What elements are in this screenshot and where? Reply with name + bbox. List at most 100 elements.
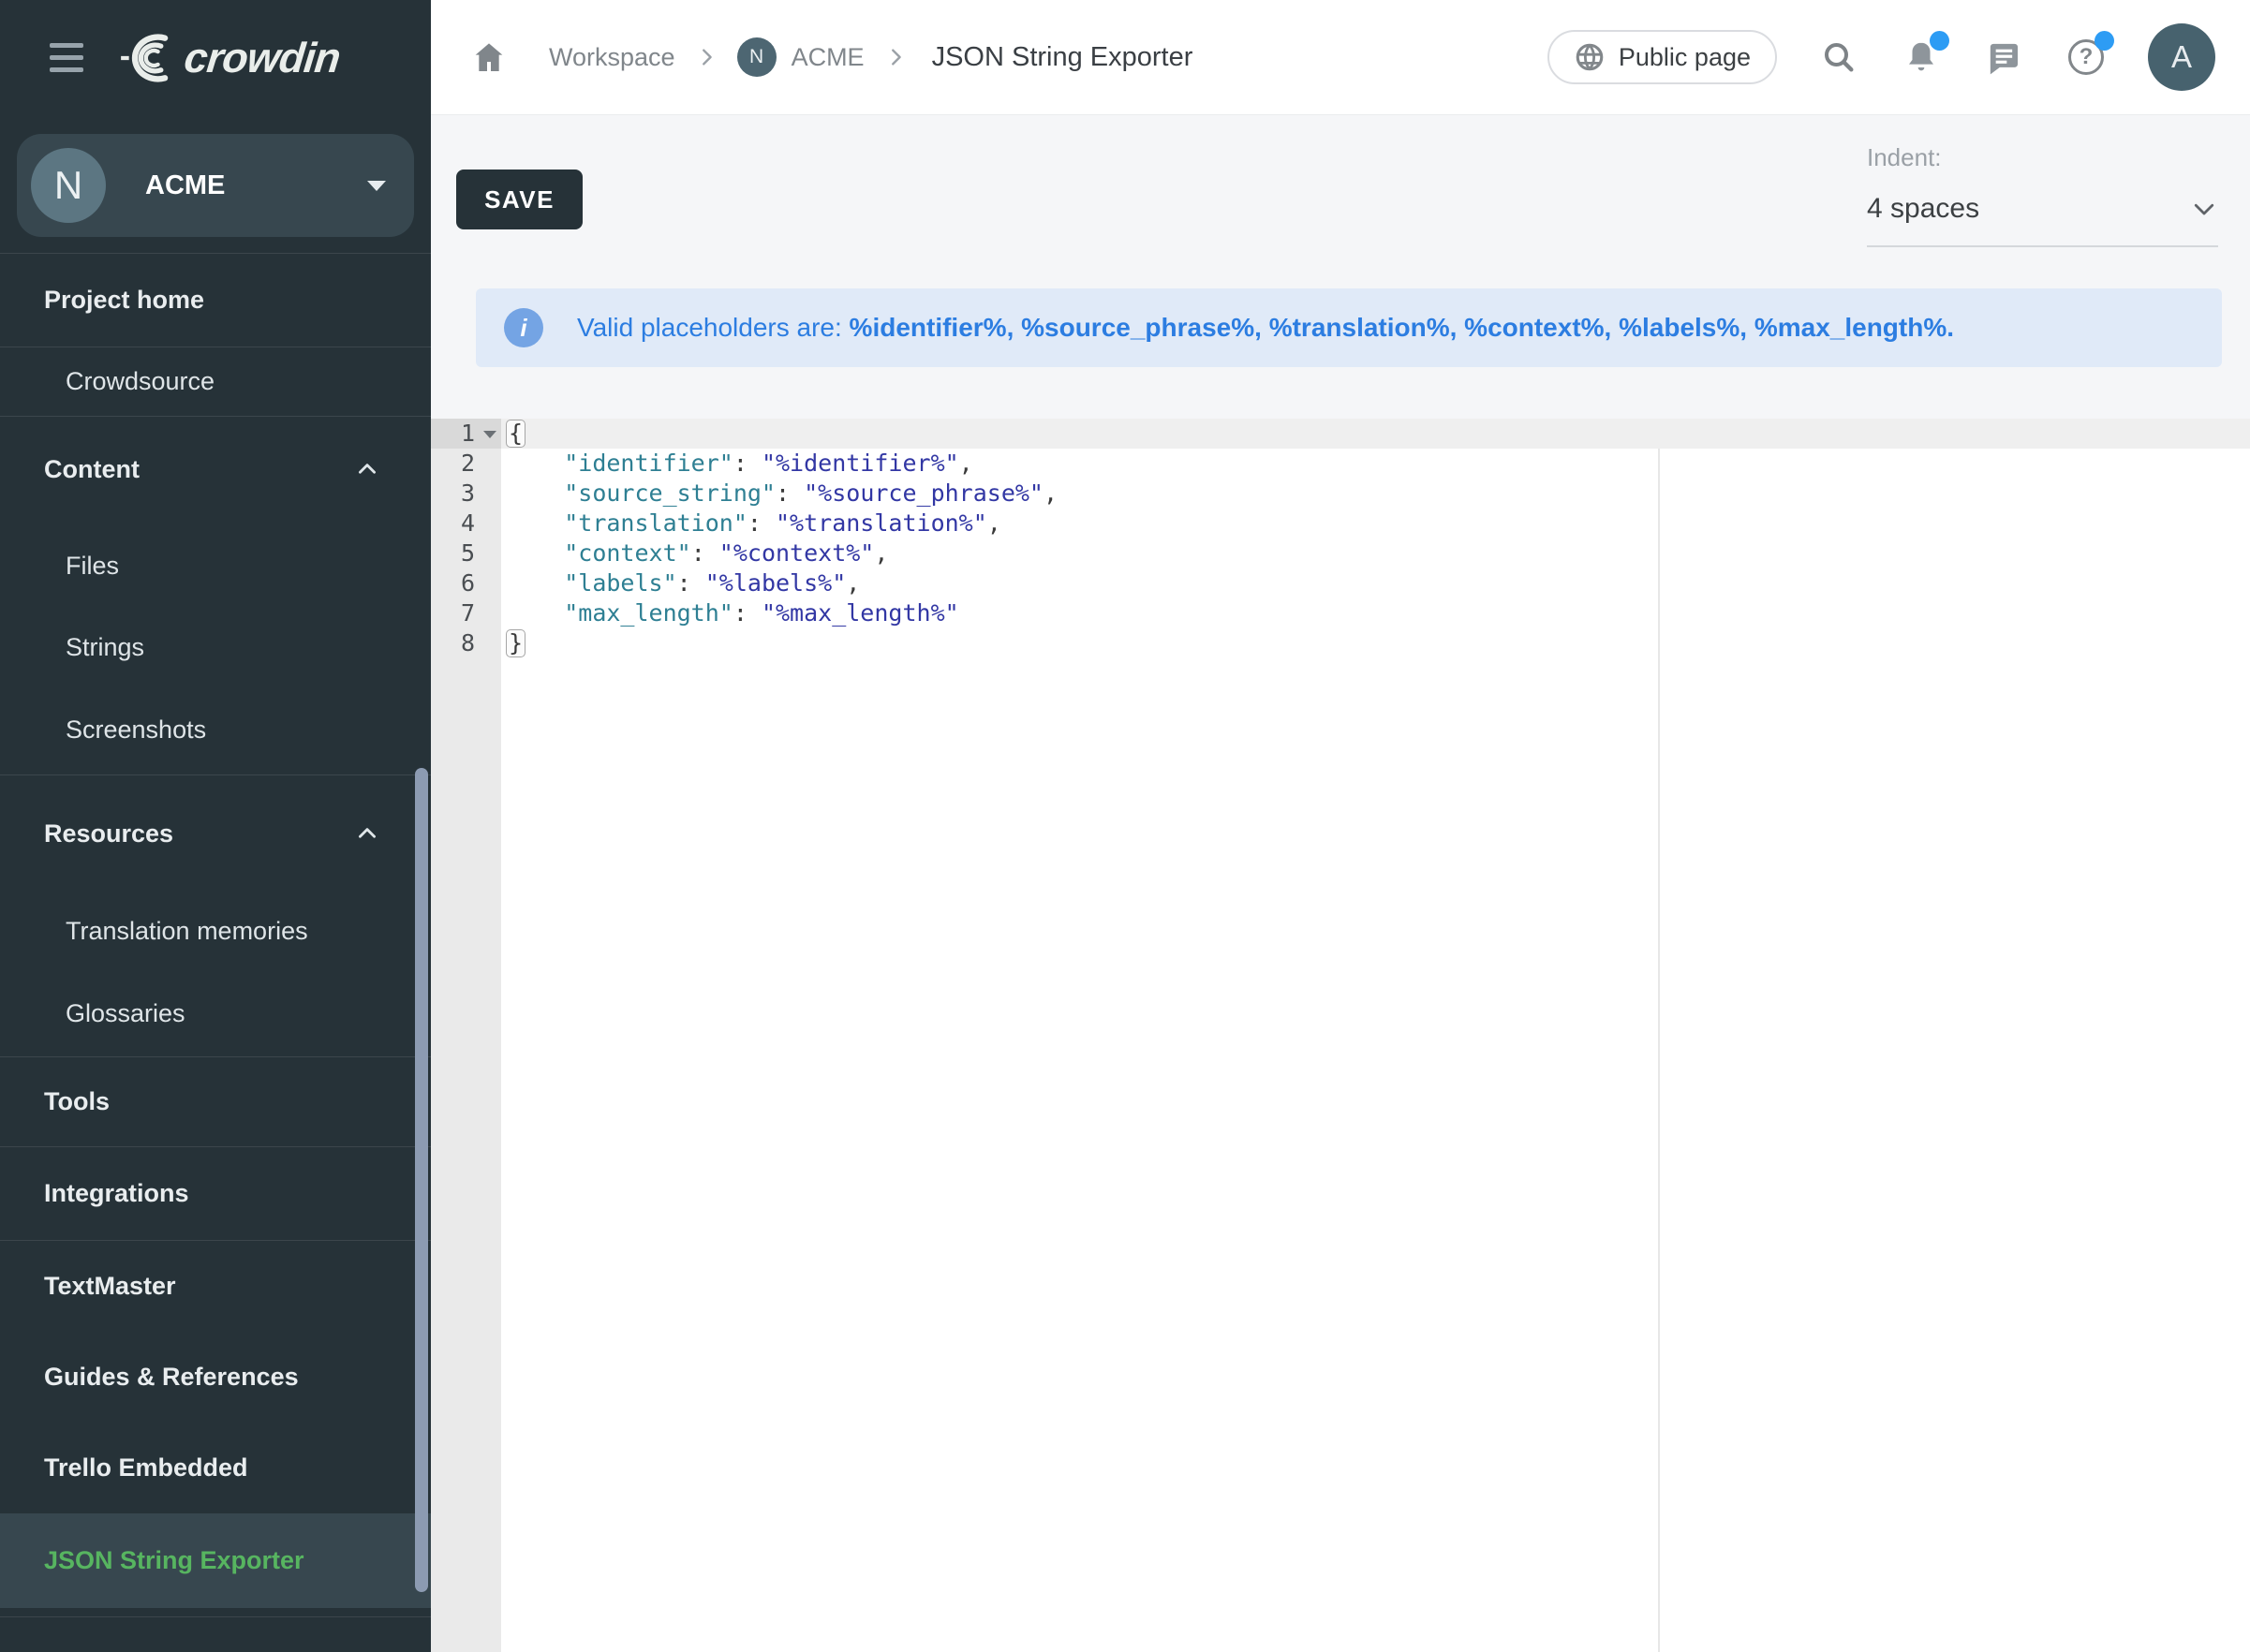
gutter-line-number: 3 <box>431 479 501 509</box>
sidebar-nav: Project home Crowdsource Content Files Strin… <box>0 253 431 1652</box>
project-avatar: N <box>31 148 106 223</box>
sidebar-item-label: Strings <box>66 633 144 662</box>
sidebar-item-crowdsource[interactable]: Crowdsource <box>0 347 431 416</box>
breadcrumb-workspace[interactable]: Workspace <box>549 43 675 72</box>
breadcrumb-current-page: JSON String Exporter <box>932 42 1193 73</box>
sidebar-divider <box>0 774 431 775</box>
info-banner: i Valid placeholders are: %identifier%, … <box>476 288 2222 367</box>
crowdin-logo-text: crowdin <box>182 34 342 82</box>
gutter-line-number: 7 <box>431 598 501 628</box>
code-editor: 12345678 { "identifier": "%identifier%",… <box>431 419 2250 1652</box>
hamburger-menu-icon[interactable] <box>50 43 83 72</box>
chat-icon <box>1985 38 2022 76</box>
crowdin-logo[interactable]: crowdin <box>119 31 340 85</box>
messages-button[interactable] <box>1983 37 2024 78</box>
sidebar-item-project-settings[interactable]: Project settings <box>0 1617 431 1652</box>
sidebar-divider <box>0 416 431 417</box>
crowdin-logo-mark-icon <box>119 31 179 85</box>
sidebar-item-strings[interactable]: Strings <box>0 607 431 688</box>
help-badge-dot <box>2095 31 2114 51</box>
notifications-button[interactable] <box>1901 37 1942 78</box>
sidebar-item-resources[interactable]: Resources <box>0 789 431 878</box>
indent-selected-value: 4 spaces <box>1867 193 1979 225</box>
sidebar-item-trello-embedded[interactable]: Trello Embedded <box>0 1423 431 1513</box>
public-page-label: Public page <box>1619 43 1751 72</box>
topbar: Workspace N ACME JSON String Exporter Pu… <box>431 0 2250 115</box>
breadcrumb-project[interactable]: ACME <box>792 43 865 72</box>
sidebar-header: crowdin <box>0 0 431 115</box>
home-icon[interactable] <box>470 38 508 76</box>
project-name: ACME <box>145 170 225 201</box>
sidebar-item-content[interactable]: Content <box>0 424 431 514</box>
sidebar-item-label: JSON String Exporter <box>44 1546 304 1575</box>
fold-arrow-icon[interactable] <box>483 431 496 438</box>
chevron-down-icon <box>2190 195 2218 223</box>
notification-badge-dot <box>1930 31 1949 51</box>
code-line: "source_string": "%source_phrase%", <box>501 479 2250 509</box>
spacer <box>0 237 431 253</box>
chevron-right-icon <box>696 47 717 67</box>
sidebar-item-translation-memories[interactable]: Translation memories <box>0 890 431 972</box>
info-banner-text: Valid placeholders are: %identifier%, %s… <box>577 313 1954 343</box>
code-line: "max_length": "%max_length%" <box>501 598 2250 628</box>
indent-label: Indent: <box>1867 143 2218 172</box>
indent-select[interactable]: 4 spaces <box>1867 193 2218 247</box>
info-icon: i <box>504 308 543 347</box>
editor-gutter: 12345678 <box>431 419 501 1652</box>
project-selector[interactable]: N ACME <box>17 134 414 237</box>
sidebar-item-project-home[interactable]: Project home <box>0 254 431 347</box>
sidebar-item-label: Content <box>44 455 140 484</box>
sidebar-item-screenshots[interactable]: Screenshots <box>0 688 431 771</box>
caret-down-icon <box>367 181 386 191</box>
sidebar-item-label: Tools <box>44 1087 110 1116</box>
gutter-line-number: 4 <box>431 509 501 538</box>
sidebar-item-guides-references[interactable]: Guides & References <box>0 1331 431 1423</box>
code-line: "identifier": "%identifier%", <box>501 449 2250 479</box>
gutter-line-number: 6 <box>431 568 501 598</box>
public-page-button[interactable]: Public page <box>1547 30 1777 84</box>
sidebar-item-label: Project home <box>44 286 204 315</box>
chevron-up-icon <box>355 821 379 846</box>
code-line: "labels": "%labels%", <box>501 568 2250 598</box>
sidebar-item-json-string-exporter[interactable]: JSON String Exporter <box>0 1513 431 1608</box>
user-avatar[interactable]: A <box>2148 23 2215 91</box>
gutter-line-number: 8 <box>431 628 501 658</box>
gutter-line-number: 2 <box>431 449 501 479</box>
code-line: { <box>501 419 2250 449</box>
sidebar-item-label: Integrations <box>44 1179 189 1208</box>
sidebar-item-files[interactable]: Files <box>0 525 431 607</box>
sidebar-item-label: Resources <box>44 819 173 848</box>
info-banner-prefix: Valid placeholders are: <box>577 313 850 342</box>
chevron-up-icon <box>355 457 379 481</box>
sidebar-item-integrations[interactable]: Integrations <box>0 1147 431 1240</box>
main-content: SAVE Indent: 4 spaces i Valid placeholde… <box>431 115 2250 1652</box>
sidebar: crowdin N ACME Project home Crowdsource Co… <box>0 0 431 1652</box>
sidebar-item-tools[interactable]: Tools <box>0 1057 431 1146</box>
search-icon <box>1820 38 1858 76</box>
sidebar-item-label: Glossaries <box>66 999 185 1028</box>
globe-icon <box>1574 41 1606 73</box>
sidebar-item-textmaster[interactable]: TextMaster <box>0 1241 431 1331</box>
gutter-line-number: 1 <box>431 419 501 449</box>
info-banner-placeholders: %identifier%, %source_phrase%, %translat… <box>850 313 1954 342</box>
sidebar-item-label: Files <box>66 552 119 581</box>
sidebar-item-label: Guides & References <box>44 1363 299 1392</box>
search-button[interactable] <box>1818 37 1859 78</box>
sidebar-scrollbar-thumb[interactable] <box>415 768 428 1592</box>
sidebar-item-glossaries[interactable]: Glossaries <box>0 972 431 1055</box>
sidebar-item-label: Trello Embedded <box>44 1453 248 1482</box>
sidebar-item-label: Screenshots <box>66 715 206 745</box>
code-line: "translation": "%translation%", <box>501 509 2250 538</box>
gutter-line-number: 5 <box>431 538 501 568</box>
sidebar-item-label: Crowdsource <box>66 367 215 396</box>
sidebar-item-label: TextMaster <box>44 1272 176 1301</box>
chevron-right-icon <box>885 47 906 67</box>
save-button[interactable]: SAVE <box>456 170 583 229</box>
sidebar-item-label: Translation memories <box>66 917 308 946</box>
code-line: "context": "%context%", <box>501 538 2250 568</box>
editor-code-area[interactable]: { "identifier": "%identifier%", "source_… <box>501 419 2250 1652</box>
indent-control: Indent: 4 spaces <box>1867 143 2218 247</box>
help-button[interactable]: ? <box>2065 37 2107 78</box>
breadcrumb-project-avatar: N <box>737 37 777 77</box>
code-line: } <box>501 628 2250 658</box>
